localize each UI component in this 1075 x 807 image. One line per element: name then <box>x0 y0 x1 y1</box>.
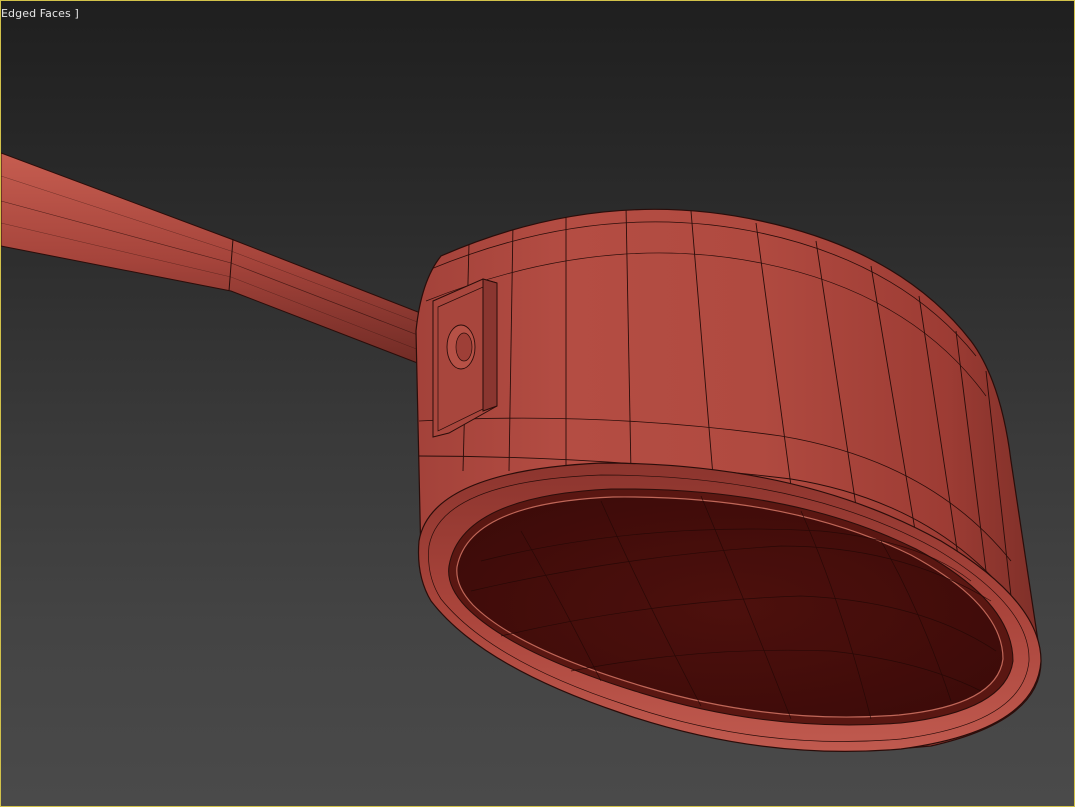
viewport[interactable]: Edged Faces ] <box>0 0 1075 807</box>
saucepan-model[interactable] <box>1 1 1075 807</box>
handle <box>1 152 469 371</box>
